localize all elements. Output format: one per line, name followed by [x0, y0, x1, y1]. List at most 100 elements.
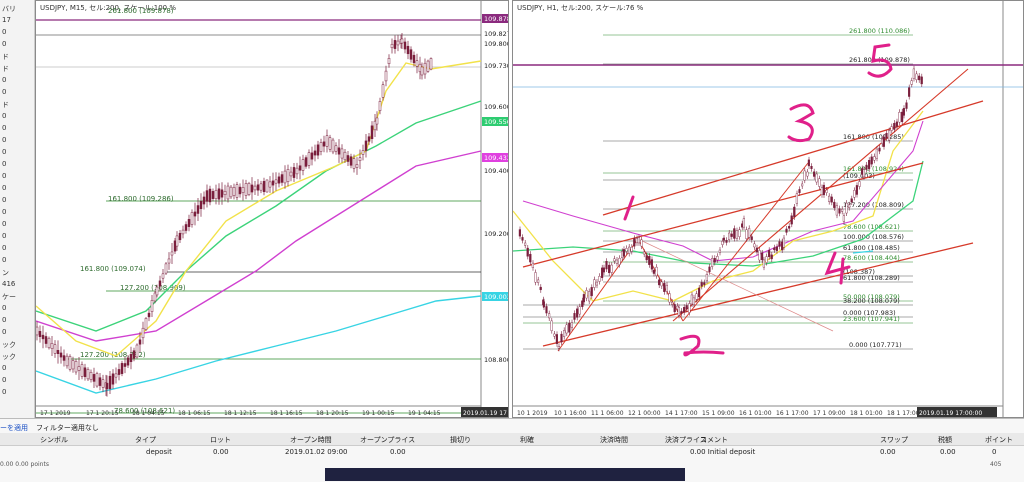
- time-label: 18 1 01:00: [850, 410, 883, 417]
- candle-body: [673, 304, 676, 313]
- chart-usdjpy-h1[interactable]: USDJPY, H1, セル:200, スケール:76 % 261.800 (1…: [512, 0, 1024, 418]
- candle-body: [387, 58, 391, 64]
- candle-body: [568, 322, 571, 333]
- column-header[interactable]: オープンプライス: [360, 435, 415, 445]
- candle-body: [595, 281, 598, 286]
- candle-body: [526, 247, 529, 257]
- candle-body: [767, 250, 771, 258]
- column-header[interactable]: ロット: [210, 435, 231, 445]
- candle-body: [229, 186, 233, 198]
- candle-body: [367, 136, 371, 142]
- candle-body: [648, 255, 651, 265]
- candle-body: [420, 66, 424, 76]
- candle-body: [53, 344, 57, 354]
- column-header[interactable]: 利確: [520, 435, 534, 445]
- candle-body: [745, 229, 748, 239]
- candle-body: [62, 355, 66, 361]
- price-label: 109.400: [484, 167, 509, 175]
- cell-type: deposit: [146, 448, 172, 456]
- time-label: 18 1 06:15: [178, 410, 211, 417]
- column-header[interactable]: 損切り: [450, 435, 471, 445]
- candle-body: [781, 241, 784, 251]
- candle-body: [633, 238, 636, 247]
- time-label: 17 1 20:15: [86, 410, 119, 417]
- candle-body: [235, 184, 239, 198]
- fib-label: 161.800 (109.286): [108, 195, 174, 203]
- table-row[interactable]: deposit 0.00 2019.01.02 09:00 0.00 0.00 …: [0, 446, 1024, 458]
- candle-body: [343, 151, 347, 161]
- candle-body: [598, 276, 601, 282]
- candle-body: [778, 241, 781, 247]
- candle-body: [286, 169, 290, 182]
- candle-body: [175, 235, 179, 247]
- column-header[interactable]: オープン時間: [290, 435, 332, 445]
- candle-body: [381, 84, 385, 98]
- sidebar-label: 0: [2, 172, 7, 180]
- candle-body: [803, 170, 806, 181]
- candle-body: [295, 167, 299, 175]
- column-header[interactable]: 決済時間: [600, 435, 628, 445]
- candle-body: [755, 247, 758, 253]
- candle-body: [384, 70, 388, 82]
- candle-body: [915, 73, 918, 80]
- wave-annotation-stroke: [867, 43, 893, 78]
- candle-body: [232, 187, 236, 196]
- candle-body: [677, 307, 680, 316]
- tab-filter-apply[interactable]: ーを適用: [0, 423, 28, 433]
- candle-body: [150, 300, 154, 312]
- candle-body: [259, 183, 263, 191]
- candle-body: [635, 238, 638, 244]
- time-label: 18 1 17:00: [887, 410, 920, 417]
- candle-body: [713, 258, 716, 263]
- fib-label: 261.800 (109.878): [108, 7, 174, 15]
- candle-body: [271, 180, 275, 186]
- candle-body: [217, 188, 221, 200]
- sidebar-label: 0: [2, 40, 7, 48]
- candle-body: [563, 330, 566, 337]
- column-header[interactable]: シンボル: [40, 435, 68, 445]
- candle-body: [878, 147, 881, 152]
- candle-body: [518, 229, 521, 237]
- time-label: 17 1 2019: [40, 410, 71, 417]
- candle-body: [370, 125, 374, 139]
- candle-body: [692, 297, 695, 305]
- candle-body: [289, 171, 293, 177]
- cell-tax: 0.00: [940, 448, 956, 456]
- candle-body: [618, 258, 621, 265]
- candle-body: [358, 157, 362, 162]
- tab-filter-none[interactable]: フィルター適用なし: [36, 423, 99, 433]
- candle-body: [56, 349, 60, 355]
- candle-body: [304, 157, 308, 167]
- column-header[interactable]: コメント: [700, 435, 728, 445]
- sidebar-label: 0: [2, 208, 7, 216]
- candle-body: [773, 247, 776, 251]
- sidebar-label: 0: [2, 304, 7, 312]
- candle-body: [319, 142, 323, 152]
- candle-body: [695, 293, 698, 300]
- candle-body: [735, 230, 738, 239]
- candle-body: [340, 148, 344, 159]
- candle-body: [920, 76, 923, 85]
- candle-body: [753, 243, 756, 248]
- chart-usdjpy-m15[interactable]: USDJPY, M15, セル:200, スケール:100 % 261.800 …: [35, 0, 509, 418]
- table-header: シンボル タイプ ロット オープン時間 オープンプライス 損切り 利確 決済時間 決済プライスコ…: [0, 433, 1024, 446]
- candle-body: [725, 240, 728, 243]
- candle-body: [865, 164, 868, 170]
- candle-body: [668, 293, 671, 303]
- column-header[interactable]: 税額: [938, 435, 952, 445]
- column-header[interactable]: スワップ: [880, 435, 908, 445]
- candle-body: [155, 286, 159, 296]
- candle-body: [98, 377, 102, 386]
- chart-canvas-right[interactable]: 261.800 (110.086)261.800 (109.878)161.80…: [513, 1, 1024, 418]
- candle-body: [885, 133, 888, 139]
- candle-body: [138, 339, 142, 345]
- candle-body: [346, 155, 350, 162]
- fib-label: 261.800 (110.086): [849, 27, 910, 35]
- fib-label: 23.600 (107.941): [843, 315, 900, 323]
- footer-total: 405: [990, 461, 1002, 468]
- column-header[interactable]: ポイント: [985, 435, 1013, 445]
- chart-canvas-left[interactable]: 261.800 (109.878) 161.800 (109.286) 161.80…: [36, 1, 509, 418]
- candle-body: [68, 356, 72, 370]
- candle-body: [813, 171, 816, 177]
- column-header[interactable]: タイプ: [135, 435, 156, 445]
